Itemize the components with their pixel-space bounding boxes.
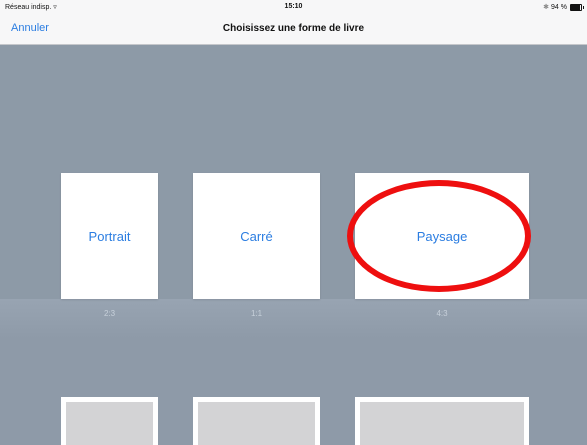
thumbnail-placeholder xyxy=(360,402,524,445)
thumbnail-placeholder xyxy=(198,402,315,445)
shape-card-portrait[interactable]: Portrait xyxy=(61,173,158,299)
bluetooth-icon: ✱ xyxy=(543,4,550,11)
cover-thumbnail-landscape[interactable] xyxy=(355,397,529,445)
page-title: Choisissez une forme de livre xyxy=(222,23,365,34)
thumbnail-placeholder xyxy=(66,402,153,445)
shape-label-portrait: Portrait xyxy=(88,229,131,244)
ratio-square: 1:1 xyxy=(250,309,263,318)
ratio-portrait: 2:3 xyxy=(103,309,116,318)
battery-percent: 94 % xyxy=(551,3,567,11)
cover-thumbnail-portrait[interactable] xyxy=(61,397,158,445)
battery-fill xyxy=(571,4,581,10)
shape-card-landscape[interactable]: Paysage xyxy=(355,173,529,299)
battery-icon xyxy=(570,3,584,11)
cover-thumbnail-square[interactable] xyxy=(193,397,320,445)
shape-card-square[interactable]: Carré xyxy=(193,173,320,299)
ratio-landscape: 4:3 xyxy=(436,309,448,318)
status-bar: Réseau indisp. ▿ 15:10 ✱ 94 % xyxy=(0,0,587,14)
navigation-bar: Annuler Choisissez une forme de livre xyxy=(0,14,587,45)
status-time: 15:10 xyxy=(284,3,303,10)
status-right: ✱ 94 % xyxy=(543,3,584,11)
shape-picker: Portrait 2:3 Carré 1:1 Paysage 4:3 xyxy=(0,45,587,445)
battery-tip xyxy=(583,5,584,9)
shelf-highlight xyxy=(0,299,587,339)
shape-label-square: Carré xyxy=(240,229,273,244)
shape-label-landscape: Paysage xyxy=(416,229,468,244)
